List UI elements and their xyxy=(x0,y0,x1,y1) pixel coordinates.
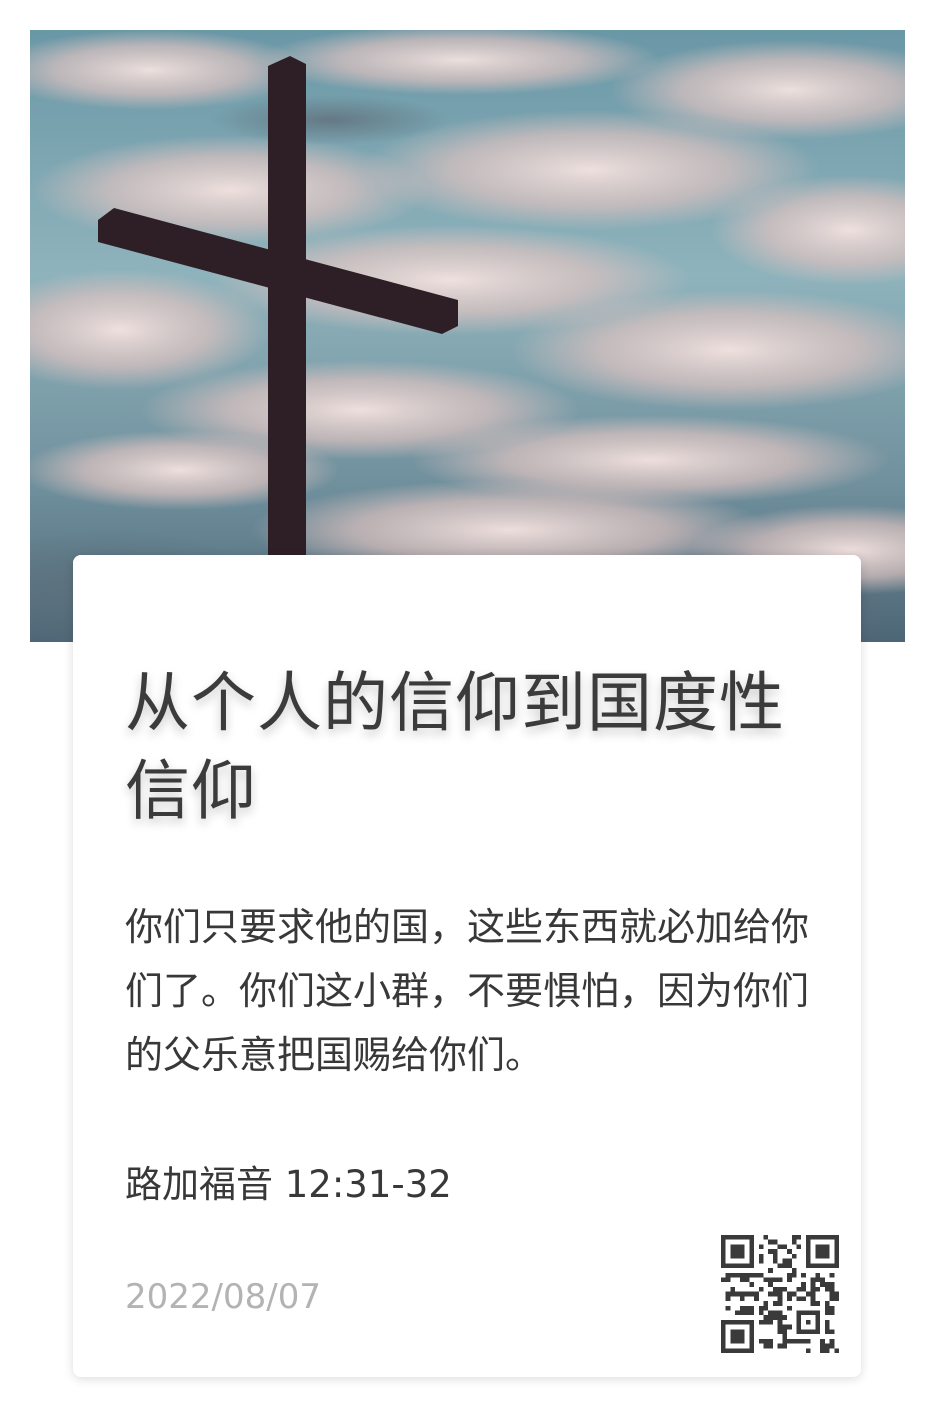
qr-code-icon[interactable] xyxy=(721,1235,839,1353)
card-title: 从个人的信仰到国度性信仰 xyxy=(125,666,786,829)
scripture-verse: 你们只要求他的国，这些东西就必加给你们了。你们这小群，不要惧怕，因为你们的父乐意… xyxy=(125,905,810,1077)
sky-clouds-image xyxy=(30,30,905,642)
content-card: 从个人的信仰到国度性信仰 你们只要求他的国，这些东西就必加给你们了。你们这小群，… xyxy=(73,555,861,1377)
scripture-reference: 路加福音 12:31-32 xyxy=(125,1163,452,1206)
card-fade xyxy=(73,555,861,645)
post-date: 2022/08/07 xyxy=(125,1277,321,1317)
hero-image xyxy=(30,30,905,642)
